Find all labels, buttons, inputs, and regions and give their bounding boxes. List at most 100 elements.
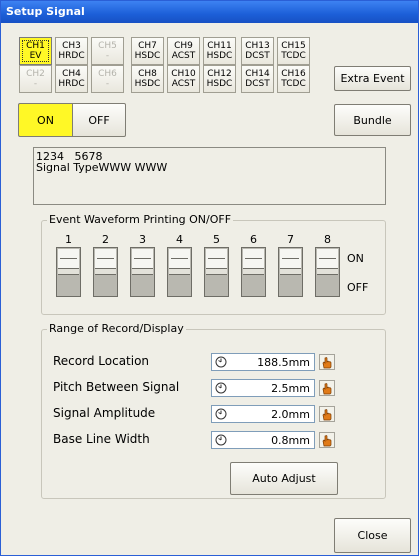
range-field-label: Base Line Width <box>53 432 150 446</box>
channel-name: CH13 <box>245 41 270 51</box>
range-legend: Range of Record/Display <box>47 322 186 335</box>
channel-button-ch6: CH6- <box>91 65 124 93</box>
channel-button-ch12[interactable]: CH12 HSDC <box>203 65 236 93</box>
channel-type: HSDC <box>134 51 161 61</box>
channel-button-ch5: CH5- <box>91 37 124 65</box>
range-field-label: Signal Amplitude <box>53 406 156 420</box>
switch-channel-number: 7 <box>287 233 294 246</box>
event-toggle-switch-4[interactable] <box>167 247 192 297</box>
off-button[interactable]: OFF <box>72 103 126 137</box>
channel-type: HRDC <box>58 79 85 89</box>
event-toggle-switch-7[interactable] <box>278 247 303 297</box>
switch-knob <box>206 249 227 269</box>
channel-button-ch11[interactable]: CH11 HSDC <box>203 37 236 65</box>
switch-channel-number: 6 <box>250 233 257 246</box>
channel-type: HSDC <box>206 51 233 61</box>
channel-name: CH12 <box>207 69 232 79</box>
hand-pointer-icon[interactable] <box>319 380 335 396</box>
channel-button-ch15[interactable]: CH15 TCDC <box>277 37 310 65</box>
switch-channel-number: 5 <box>213 233 220 246</box>
channel-type: HSDC <box>134 79 161 89</box>
channel-button-ch8[interactable]: CH8 HSDC <box>131 65 164 93</box>
switch-channel-number: 2 <box>102 233 109 246</box>
switch-slot <box>280 269 301 275</box>
switch-slot <box>243 269 264 275</box>
focus-ring <box>22 40 49 62</box>
switch-channel-number: 3 <box>139 233 146 246</box>
channel-name: CH4 <box>62 69 81 79</box>
channel-button-ch13[interactable]: CH13 DCST <box>241 37 274 65</box>
event-toggle-switch-1[interactable] <box>56 247 81 297</box>
channel-name: CH7 <box>138 41 157 51</box>
signal-info-line2: Signal TypeWWW WWW <box>36 161 168 174</box>
channel-type: HSDC <box>206 79 233 89</box>
dial-icon <box>215 408 227 420</box>
channel-button-ch4[interactable]: CH4 HRDC <box>55 65 88 93</box>
channel-name: CH6 <box>98 69 117 79</box>
switch-slot <box>95 269 116 275</box>
hand-pointer-icon[interactable] <box>319 432 335 448</box>
title-bar: Setup Signal <box>1 1 418 23</box>
switch-slot <box>132 269 153 275</box>
channel-button-ch1[interactable]: CH1 EV <box>19 37 52 65</box>
channel-name: CH8 <box>138 69 157 79</box>
channel-button-ch3[interactable]: CH3 HRDC <box>55 37 88 65</box>
channel-type: - <box>105 79 110 89</box>
channel-button-ch10[interactable]: CH10 ACST <box>167 65 200 93</box>
range-field-input[interactable]: 0.8mm <box>211 431 315 449</box>
channel-button-ch9[interactable]: CH9 ACST <box>167 37 200 65</box>
channel-type: - <box>105 51 110 61</box>
switch-knob <box>280 249 301 269</box>
switch-slot <box>317 269 338 275</box>
channel-type: DCST <box>245 79 270 89</box>
switch-knob <box>243 249 264 269</box>
range-field-input[interactable]: 2.0mm <box>211 405 315 423</box>
channel-type: TCDC <box>281 51 306 61</box>
event-toggle-switch-3[interactable] <box>130 247 155 297</box>
channel-button-ch7[interactable]: CH7 HSDC <box>131 37 164 65</box>
event-toggle-switch-6[interactable] <box>241 247 266 297</box>
switch-knob <box>95 249 116 269</box>
setup-signal-window: Setup Signal CH1 EV CH2- CH3 HRDC CH4 HRDC CH5-… <box>0 0 419 556</box>
auto-adjust-button[interactable]: Auto Adjust <box>230 462 338 495</box>
range-field-input[interactable]: 188.5mm <box>211 353 315 371</box>
channel-type: ACST <box>171 79 196 89</box>
channel-type: DCST <box>245 51 270 61</box>
channel-type: - <box>33 79 38 89</box>
switch-slot <box>58 269 79 275</box>
range-field-value: 188.5mm <box>257 356 310 369</box>
range-field-value: 2.5mm <box>271 382 310 395</box>
bundle-button[interactable]: Bundle <box>334 104 411 136</box>
switch-off-label: OFF <box>347 281 369 294</box>
hand-pointer-icon[interactable] <box>319 354 335 370</box>
event-toggle-switch-8[interactable] <box>315 247 340 297</box>
channel-name: CH2 <box>26 69 45 79</box>
switch-on-label: ON <box>347 252 364 265</box>
window-title: Setup Signal <box>6 5 85 18</box>
signal-info-box: 1234 5678 Signal TypeWWW WWW <box>33 147 386 205</box>
channel-name: CH9 <box>174 41 193 51</box>
channel-button-ch2: CH2- <box>19 65 52 93</box>
switch-knob <box>132 249 153 269</box>
dial-icon <box>215 434 227 446</box>
switch-knob <box>317 249 338 269</box>
channel-button-ch14[interactable]: CH14 DCST <box>241 65 274 93</box>
switch-slot <box>206 269 227 275</box>
event-toggle-switch-2[interactable] <box>93 247 118 297</box>
on-button[interactable]: ON <box>18 103 72 137</box>
channel-type: ACST <box>171 51 196 61</box>
extra-event-button[interactable]: Extra Event <box>334 66 411 91</box>
channel-name: CH15 <box>281 41 306 51</box>
dial-icon <box>215 382 227 394</box>
channel-name: CH11 <box>207 41 232 51</box>
close-button[interactable]: Close <box>334 518 411 553</box>
hand-pointer-icon[interactable] <box>319 406 335 422</box>
channel-button-ch16[interactable]: CH16 TCDC <box>277 65 310 93</box>
dial-icon <box>215 356 227 368</box>
switch-channel-number: 4 <box>176 233 183 246</box>
switch-slot <box>169 269 190 275</box>
range-field-value: 0.8mm <box>271 434 310 447</box>
event-toggle-switch-5[interactable] <box>204 247 229 297</box>
switch-knob <box>58 249 79 269</box>
range-field-input[interactable]: 2.5mm <box>211 379 315 397</box>
